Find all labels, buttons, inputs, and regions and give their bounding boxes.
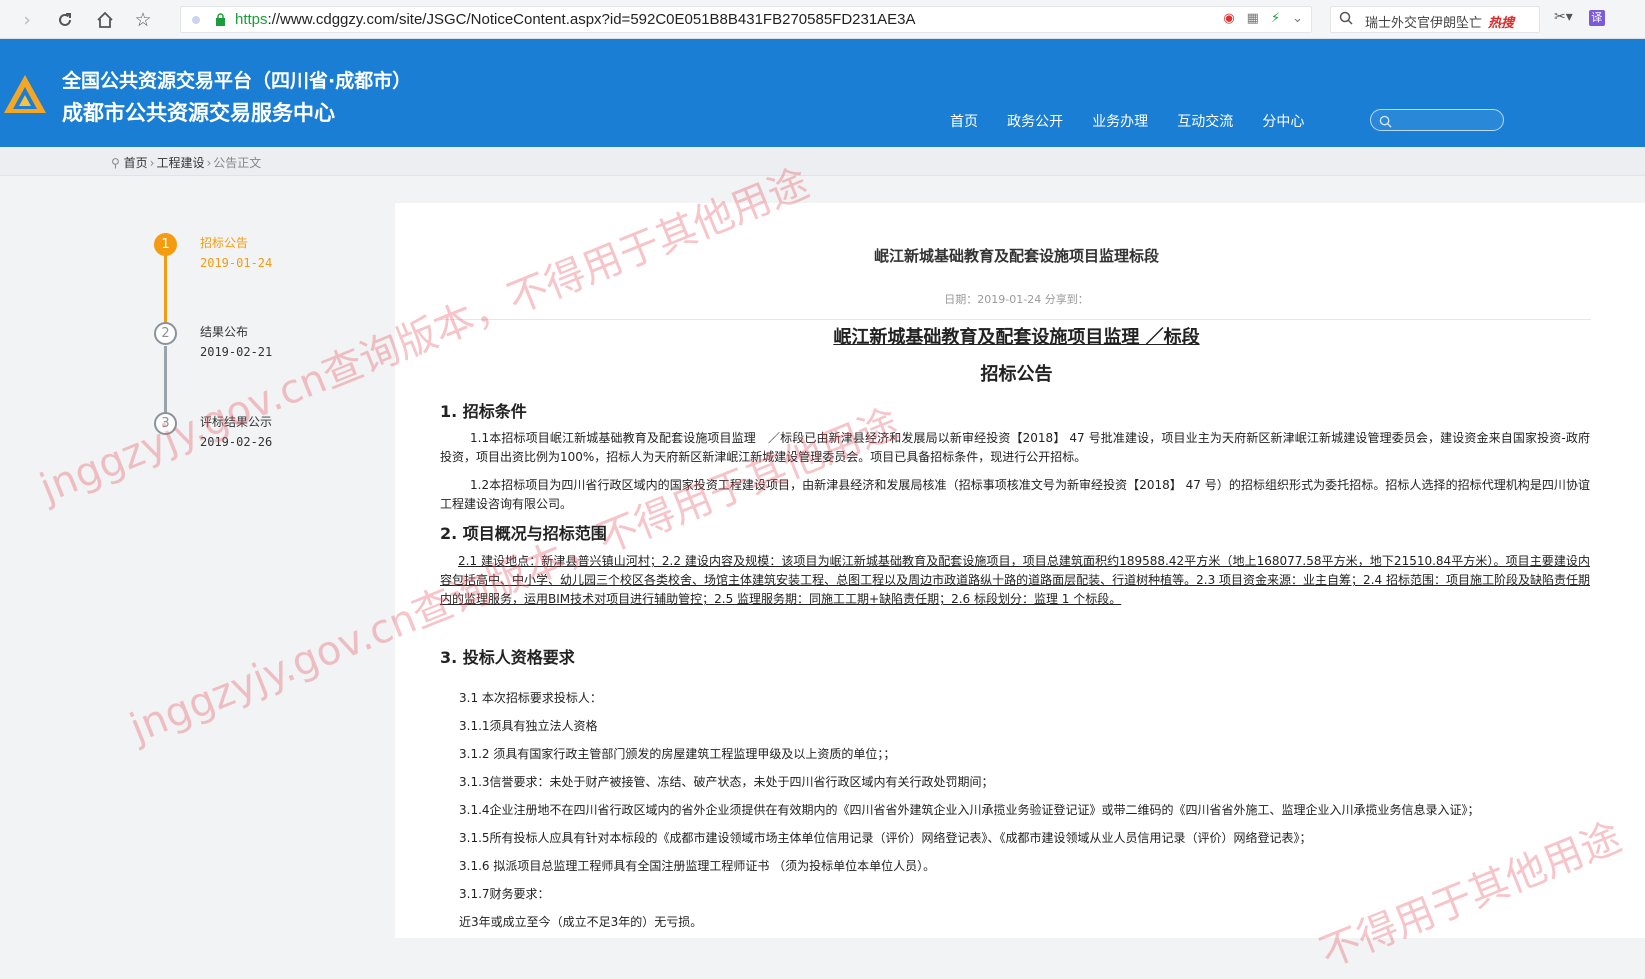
address-bar[interactable]: https://www.cdggzy.com/site/JSGC/NoticeC… (180, 6, 1312, 33)
nav-business[interactable]: 业务办理 (1092, 111, 1148, 131)
requirement-item: 近3年或成立至今（成立不足3年的）无亏损。 (459, 915, 703, 929)
nav-branch-center[interactable]: 分中心 (1262, 111, 1304, 131)
notice-meta: 日期：2019-01-24 分享到： (944, 293, 1089, 306)
section-heading-1: 1. 招标条件 (440, 402, 527, 421)
url-text[interactable]: https://www.cdggzy.com/site/JSGC/NoticeC… (235, 11, 916, 28)
reload-icon[interactable] (52, 7, 78, 33)
main-nav: 首页 政务公开 业务办理 互动交流 分中心 (950, 111, 1328, 131)
timeline-date-3: 2019-02-26 (200, 435, 273, 449)
notice-timeline: 1 招标公告 2019-01-24 2 结果公布 2019-02-21 3 评标… (0, 176, 395, 938)
paragraph-2: 2.1 建设地点：新津县普兴镇山河村；2.2 建设内容及规模：该项目为岷江新城基… (440, 554, 1590, 606)
scissors-icon[interactable]: ✂▾ (1554, 9, 1573, 25)
forward-icon[interactable]: › (14, 7, 40, 33)
translate-icon[interactable]: 译 (1588, 10, 1605, 26)
timeline-label-1[interactable]: 招标公告 (200, 234, 248, 251)
timeline-date-2: 2019-02-21 (200, 345, 273, 359)
breadcrumb-section[interactable]: 工程建设 (156, 156, 204, 170)
browser-toolbar: › ☆ https://www.cdggzy.com/site/JSGC/Not… (0, 0, 1645, 39)
bookmark-star-icon[interactable]: ☆ (130, 7, 156, 33)
browser-tools: ✂▾ 译 (1554, 9, 1621, 26)
nav-government-affairs[interactable]: 政务公开 (1007, 111, 1063, 131)
nav-interaction[interactable]: 互动交流 (1177, 111, 1233, 131)
site-title-center: 成都市公共资源交易服务中心 (62, 101, 335, 125)
requirement-item: 3.1.4企业注册地不在四川省行政区域内的省外企业须提供在有效期内的《四川省省外… (459, 803, 1480, 817)
timeline-label-3[interactable]: 评标结果公示 (200, 413, 272, 430)
breadcrumb-home[interactable]: 首页 (124, 156, 148, 170)
nav-home[interactable]: 首页 (950, 111, 978, 131)
requirement-item: 3.1.5所有投标人应具有针对本标段的《成都市建设领域市场主体单位信用记录（评价… (459, 831, 1312, 845)
site-header: 全国公共资源交易平台（四川省·成都市） 成都市公共资源交易服务中心 首页 政务公… (0, 39, 1645, 147)
timeline-node-3[interactable]: 3 (154, 412, 177, 435)
shield-icon[interactable]: ◉ (1223, 11, 1234, 26)
requirement-item: 3.1 本次招标要求投标人： (459, 691, 602, 705)
breadcrumb-current: 公告正文 (213, 156, 262, 170)
site-title-platform: 全国公共资源交易平台（四川省·成都市） (62, 70, 412, 92)
address-bar-icons: ◉ ▦ ⚡ ⌄ (1211, 11, 1303, 26)
document-title: 岷江新城基础教育及配套设施项目监理 ／标段 (833, 327, 1200, 348)
breadcrumb: ⚲ 首页 › 工程建设 › 公告正文 (0, 147, 1645, 176)
home-icon[interactable] (92, 7, 118, 33)
timeline-node-1[interactable]: 1 (154, 233, 177, 256)
requirement-item: 3.1.2 须具有国家行政主管部门颁发的房屋建筑工程监理甲级及以上资质的单位；； (459, 747, 896, 761)
site-logo[interactable] (2, 73, 48, 117)
timeline-connector-active (164, 245, 167, 333)
browser-search-box[interactable]: 瑞士外交官伊朗坠亡 热搜 (1330, 6, 1540, 33)
site-search[interactable] (1370, 109, 1504, 131)
notice-content: 岷江新城基础教育及配套设施项目监理标段 日期：2019-01-24 分享到： 岷… (395, 203, 1645, 938)
speed-mode-icon[interactable]: ⚡ (1271, 11, 1280, 26)
divider (441, 319, 1591, 320)
requirement-item: 3.1.6 拟派项目总监理工程师具有全国注册监理工程师证书 （须为投标单位本单位… (459, 859, 936, 873)
chevron-down-icon[interactable]: ⌄ (1292, 11, 1303, 26)
site-search-input[interactable] (1397, 112, 1497, 128)
lock-icon (216, 13, 225, 26)
timeline-node-2[interactable]: 2 (154, 322, 177, 345)
search-icon[interactable] (1379, 113, 1392, 132)
requirement-item: 3.1.7财务要求： (459, 887, 550, 901)
timeline-label-2[interactable]: 结果公布 (200, 323, 248, 340)
qr-code-icon[interactable]: ▦ (1247, 11, 1259, 26)
hot-search-badge: 热搜 (1488, 16, 1515, 31)
section-heading-3: 3. 投标人资格要求 (440, 648, 575, 667)
site-info-icon[interactable] (191, 15, 201, 25)
requirement-item: 3.1.3信誉要求：未处于财产被接管、冻结、破产状态，未处于四川省行政区域内有关… (459, 775, 994, 789)
paragraph-1-1: 1.1本招标项目岷江新城基础教育及配套设施项目监理 ／标段已由新津县经济和发展局… (440, 431, 1590, 464)
notice-title: 岷江新城基础教育及配套设施项目监理标段 (873, 247, 1159, 265)
search-icon (1339, 11, 1353, 29)
search-hint: 瑞士外交官伊朗坠亡 (1365, 16, 1483, 31)
paragraph-1-2: 1.2本招标项目为四川省行政区域内的国家投资工程建设项目，由新津县经济和发展局核… (440, 478, 1590, 511)
requirement-item: 3.1.1须具有独立法人资格 (459, 719, 598, 733)
timeline-date-1: 2019-01-24 (200, 256, 273, 270)
document-subtitle: 招标公告 (980, 364, 1053, 385)
location-pin-icon: ⚲ (111, 156, 120, 170)
section-heading-2: 2. 项目概况与招标范围 (440, 524, 607, 543)
